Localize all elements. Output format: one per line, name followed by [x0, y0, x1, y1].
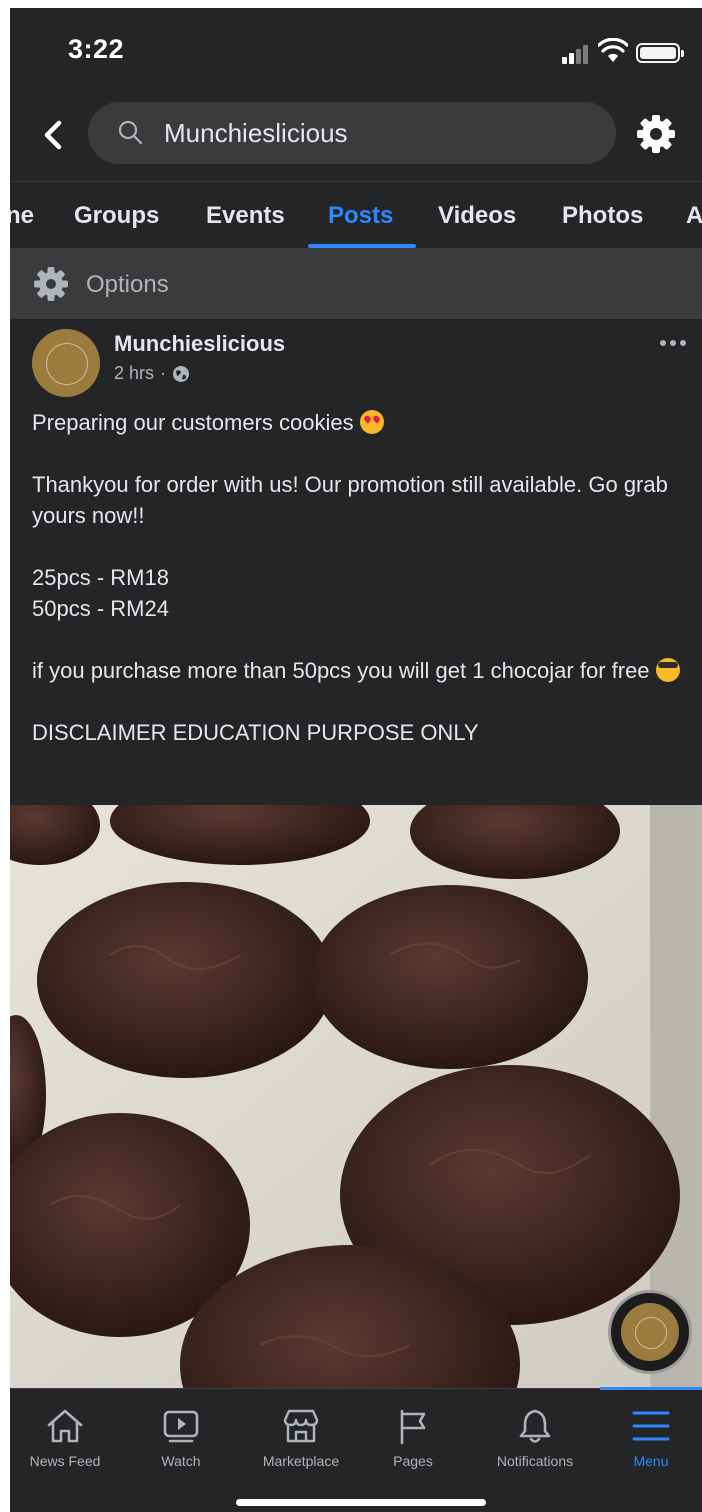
post-photo[interactable] — [10, 805, 702, 1395]
status-time: 3:22 — [68, 34, 125, 64]
nav-watch[interactable]: Watch — [126, 1407, 236, 1469]
tab-all-partial[interactable]: A — [686, 202, 702, 230]
status-bar: 3:22 — [10, 8, 702, 90]
home-icon — [47, 1409, 83, 1443]
tab-videos[interactable]: Videos — [438, 202, 516, 230]
marketplace-icon — [283, 1409, 319, 1443]
post-price-25: 25pcs - RM18 — [32, 565, 169, 590]
tab-home-partial[interactable]: ne — [10, 202, 34, 230]
tab-bar: ne Groups Events Posts Videos Photos A — [10, 182, 702, 249]
chat-head-bubble[interactable] — [608, 1290, 692, 1374]
back-button[interactable] — [36, 112, 70, 158]
chevron-left-icon — [44, 120, 62, 150]
nav-menu[interactable]: Menu — [596, 1407, 702, 1469]
nav-notifications[interactable]: Notifications — [480, 1407, 590, 1469]
post-meta: 2 hrs · — [114, 363, 190, 384]
bottom-nav: News Feed Watch Marketplace Pages Notifi… — [10, 1387, 702, 1512]
nav-label: Watch — [161, 1453, 201, 1469]
settings-gear-icon[interactable] — [634, 112, 678, 156]
nav-pages[interactable]: Pages — [358, 1407, 468, 1469]
globe-icon — [173, 365, 190, 382]
tab-photos[interactable]: Photos — [562, 202, 643, 230]
post-card: Munchieslicious 2 hrs · Preparing our cu… — [10, 319, 702, 1395]
nav-label: Menu — [633, 1453, 669, 1469]
search-input[interactable]: Munchieslicious — [88, 102, 616, 164]
tab-posts[interactable]: Posts — [328, 202, 393, 230]
post-time[interactable]: 2 hrs — [114, 363, 154, 384]
tab-groups[interactable]: Groups — [74, 202, 159, 230]
bell-icon — [519, 1409, 551, 1443]
options-label: Options — [86, 271, 169, 298]
battery-icon — [636, 43, 684, 63]
meta-separator: · — [160, 363, 167, 383]
post-author[interactable]: Munchieslicious — [114, 331, 285, 357]
menu-icon — [632, 1411, 670, 1441]
home-indicator[interactable] — [236, 1499, 486, 1506]
active-tab-indicator — [308, 244, 416, 248]
heart-eyes-emoji-icon — [359, 410, 384, 434]
nav-label: Notifications — [496, 1453, 574, 1469]
post-price-50: 50pcs - RM24 — [32, 596, 169, 621]
search-icon — [118, 120, 143, 145]
wifi-icon — [598, 38, 628, 62]
nav-label: Marketplace — [262, 1453, 340, 1469]
post-line-promo: if you purchase more than 50pcs you will… — [32, 658, 650, 683]
post-text: Preparing our customers cookies Thankyou… — [32, 407, 692, 779]
search-header: Munchieslicious — [10, 90, 702, 182]
menu-active-indicator — [600, 1387, 702, 1390]
post-disclaimer: DISCLAIMER EDUCATION PURPOSE ONLY — [32, 720, 479, 745]
more-options-button[interactable] — [660, 333, 694, 353]
flag-icon — [400, 1409, 426, 1445]
nav-label: Pages — [393, 1453, 433, 1469]
screen: 3:22 Munchieslicious ne Groups Events Po… — [10, 8, 702, 1512]
nav-label: News Feed — [29, 1453, 101, 1469]
options-gear-icon — [34, 267, 68, 301]
watch-icon — [163, 1410, 199, 1443]
tab-events[interactable]: Events — [206, 202, 285, 230]
post-line-intro: Preparing our customers cookies — [32, 410, 354, 435]
chat-head-avatar — [621, 1303, 679, 1361]
search-query: Munchieslicious — [164, 118, 348, 148]
avatar[interactable] — [32, 329, 100, 397]
nav-marketplace[interactable]: Marketplace — [246, 1407, 356, 1469]
nav-news-feed[interactable]: News Feed — [10, 1407, 120, 1469]
post-line-thanks: Thankyou for order with us! Our promotio… — [32, 472, 668, 528]
signal-icon — [562, 44, 592, 64]
options-bar[interactable]: Options — [10, 249, 702, 319]
star-struck-emoji-icon — [655, 658, 680, 682]
